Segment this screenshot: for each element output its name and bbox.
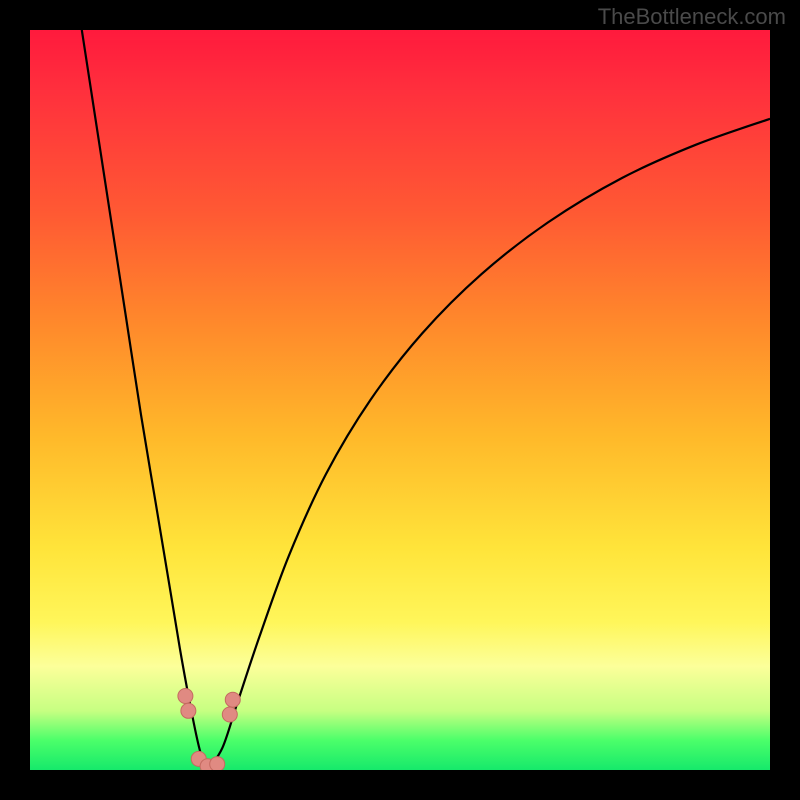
marker-dot — [181, 703, 196, 718]
plot-area — [30, 30, 770, 770]
left-branch-curve — [82, 30, 208, 770]
marker-dot — [222, 707, 237, 722]
marker-cluster — [178, 689, 240, 771]
chart-svg — [30, 30, 770, 770]
right-branch-curve — [208, 119, 770, 770]
marker-dot — [210, 757, 225, 770]
marker-dot — [225, 692, 240, 707]
watermark-text: TheBottleneck.com — [598, 4, 786, 30]
curves — [82, 30, 770, 770]
marker-dot — [178, 689, 193, 704]
outer-frame: TheBottleneck.com — [0, 0, 800, 800]
